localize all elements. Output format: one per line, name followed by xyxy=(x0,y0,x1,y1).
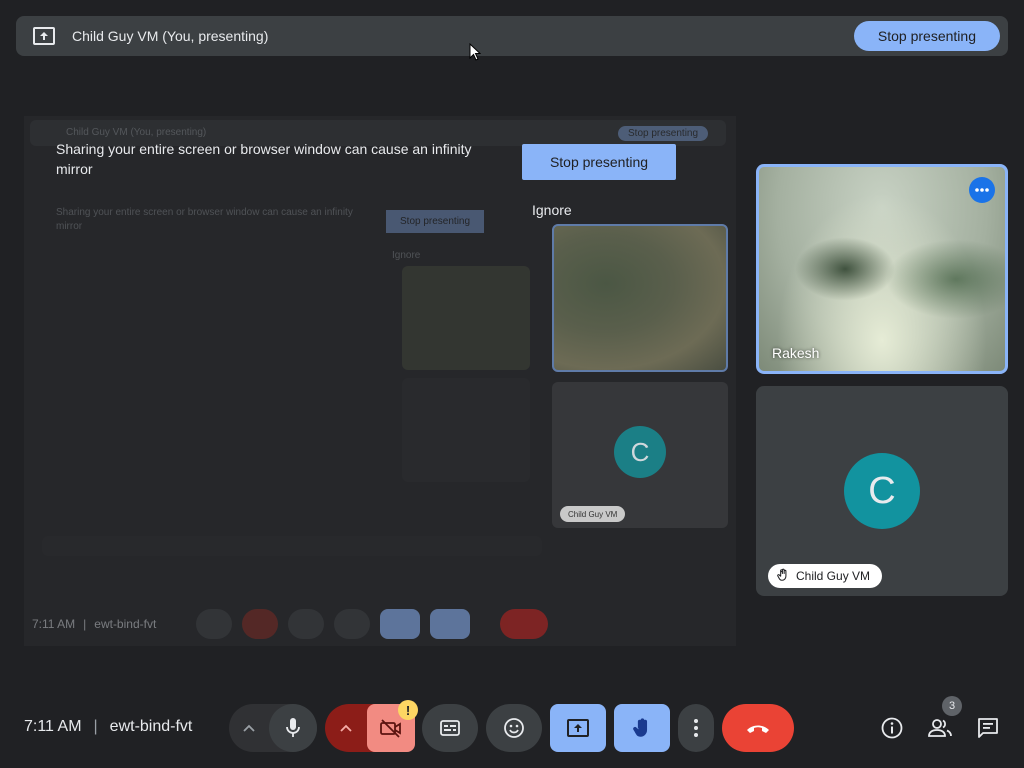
participant-name: Rakesh xyxy=(772,345,820,361)
infinity-mirror-warning: Sharing your entire screen or browser wi… xyxy=(56,141,472,177)
meeting-code: ewt-bind-fvt xyxy=(109,718,193,735)
participant-count-badge: 3 xyxy=(942,696,962,716)
more-options-button[interactable] xyxy=(678,704,714,752)
participant-name: Child Guy VM xyxy=(796,569,871,583)
mic-control-group xyxy=(229,704,317,752)
chat-icon[interactable] xyxy=(972,712,1004,744)
avatar: C xyxy=(844,453,920,529)
mirror-video-tile xyxy=(552,224,728,372)
microphone-button[interactable] xyxy=(269,704,317,752)
mirror-stop-presenting-button[interactable]: Stop presenting xyxy=(522,144,676,180)
mirror-time: 7:11 AM xyxy=(32,617,76,631)
people-icon[interactable] xyxy=(924,712,956,744)
present-to-all-icon xyxy=(32,24,56,48)
call-end-icon xyxy=(747,725,769,733)
raised-hand-icon xyxy=(776,568,790,585)
mirrored-screen: Child Guy VM (You, presenting) Stop pres… xyxy=(24,116,736,646)
ghost-message: Sharing your entire screen or browser wi… xyxy=(56,207,353,232)
reactions-button[interactable] xyxy=(486,704,542,752)
control-bar: 7:11 AM | ewt-bind-fvt ! xyxy=(0,700,1024,756)
more-vert-icon xyxy=(694,719,698,737)
mirror-avatar-tile: C Child Guy VM xyxy=(552,382,728,528)
ghost-tile xyxy=(402,378,530,482)
captions-button[interactable] xyxy=(422,704,478,752)
emoji-icon xyxy=(504,718,524,738)
mirror-bottom-bar: 7:11 AM | ewt-bind-fvt xyxy=(32,606,736,642)
microphone-icon xyxy=(286,718,300,737)
mirror-avatar: C xyxy=(614,426,666,478)
info-icon[interactable] xyxy=(876,712,908,744)
more-horiz-icon[interactable] xyxy=(969,177,995,203)
ghost-stop-button-2: Stop presenting xyxy=(386,210,485,233)
ghost-ignore: Ignore xyxy=(392,250,421,261)
raise-hand-button[interactable] xyxy=(614,704,670,752)
camera-off-icon xyxy=(380,719,401,738)
name-chip: Child Guy VM xyxy=(768,564,883,588)
present-screen-button[interactable] xyxy=(550,704,606,752)
participant-tile-child-guy[interactable]: C Child Guy VM xyxy=(756,386,1008,596)
mouse-cursor-icon xyxy=(469,43,481,61)
ghost-toolbar xyxy=(42,536,542,556)
mirror-meeting-code: ewt-bind-fvt xyxy=(94,617,157,631)
ghost-title: Child Guy VM (You, presenting) xyxy=(66,127,207,138)
separator: | xyxy=(93,718,98,735)
ghost-tile xyxy=(402,266,530,370)
participant-tile-rakesh[interactable]: Rakesh xyxy=(756,164,1008,374)
camera-warning-badge: ! xyxy=(398,700,418,720)
mirror-name-chip: Child Guy VM xyxy=(560,506,626,522)
ghost-stop-button: Stop presenting xyxy=(618,126,709,141)
present-to-all-icon xyxy=(567,719,589,737)
video-options-chevron-icon[interactable] xyxy=(325,724,367,732)
presenting-title: Child Guy VM (You, presenting) xyxy=(72,28,269,44)
closed-captions-icon xyxy=(440,720,460,736)
meeting-time: 7:11 AM xyxy=(24,718,82,735)
presenting-banner: Child Guy VM (You, presenting) Stop pres… xyxy=(16,16,1008,56)
meeting-info: 7:11 AM | ewt-bind-fvt xyxy=(24,718,192,736)
leave-call-button[interactable] xyxy=(722,704,794,752)
audio-options-chevron-icon[interactable] xyxy=(229,724,269,732)
ignore-button[interactable]: Ignore xyxy=(532,202,572,218)
raised-hand-icon xyxy=(633,718,648,737)
stop-presenting-button[interactable]: Stop presenting xyxy=(853,21,1000,51)
